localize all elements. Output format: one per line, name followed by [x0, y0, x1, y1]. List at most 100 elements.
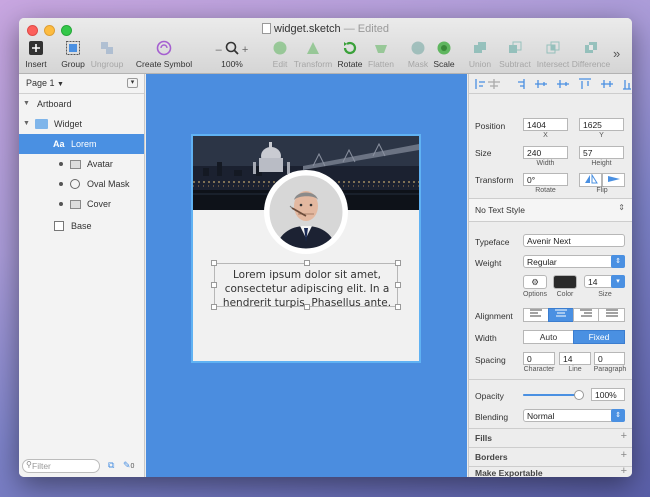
text-width-label: Width — [475, 333, 497, 343]
symbol-icon — [134, 40, 194, 56]
layer-lorem[interactable]: Aa Lorem — [19, 134, 144, 154]
flatten-label: Flatten — [368, 59, 394, 69]
layer-base[interactable]: Base — [19, 216, 144, 236]
character-caption: Character — [523, 366, 555, 373]
add-fill-plus-icon[interactable]: + — [621, 430, 627, 442]
x-position-field[interactable]: 1404 — [523, 118, 568, 131]
search-icon: ⚲ — [26, 460, 32, 469]
window-title: widget.sketch — Edited — [19, 23, 632, 35]
layer-avatar[interactable]: Avatar — [19, 154, 144, 174]
resize-handle[interactable] — [211, 260, 217, 266]
opacity-slider-fill — [523, 394, 579, 396]
create-symbol-label: Create Symbol — [135, 59, 193, 69]
align-left-button[interactable] — [523, 308, 549, 322]
page-selector[interactable]: Page 1 ▼ ▾ — [19, 74, 144, 94]
blending-label: Blending — [475, 412, 509, 422]
align-right-icon — [580, 309, 592, 317]
widget-artboard[interactable]: Lorem ipsum dolor sit amet, consectetur … — [191, 134, 421, 363]
lorem-text-selection[interactable]: Lorem ipsum dolor sit amet, consectetur … — [211, 260, 401, 310]
layer-label: Base — [71, 221, 92, 231]
canvas[interactable]: Lorem ipsum dolor sit amet, consectetur … — [146, 74, 467, 477]
blending-select[interactable]: Normal ⇕ — [523, 409, 625, 422]
typeface-field[interactable]: Avenir Next — [523, 234, 625, 247]
difference-button[interactable]: Difference — [566, 40, 616, 69]
add-border-plus-icon[interactable]: + — [621, 449, 627, 461]
weight-label: Weight — [475, 258, 502, 268]
difference-label: Difference — [571, 59, 611, 69]
resize-handle[interactable] — [395, 260, 401, 266]
make-exportable-label: Make Exportable — [475, 468, 543, 477]
layer-label: Artboard — [37, 99, 72, 109]
add-export-plus-icon[interactable]: + — [621, 465, 627, 477]
ungroup-button[interactable]: Ungroup — [82, 40, 132, 69]
y-position-field[interactable]: 1625 — [579, 118, 624, 131]
rectangle-layer-icon — [54, 221, 64, 231]
flip-horizontal-button[interactable] — [579, 173, 602, 187]
resize-handle[interactable] — [211, 282, 217, 288]
layer-oval-mask[interactable]: Oval Mask — [19, 174, 144, 194]
fills-section[interactable]: Fills + — [469, 429, 632, 447]
disclosure-triangle-icon[interactable]: ▼ — [23, 94, 30, 114]
layer-artboard[interactable]: ▼ Artboard — [19, 94, 144, 114]
divider — [469, 221, 632, 222]
height-field[interactable]: 57 — [579, 146, 624, 159]
align-justify-button[interactable] — [598, 308, 625, 322]
resize-handle[interactable] — [395, 304, 401, 310]
disclosure-triangle-icon[interactable]: ▼ — [23, 114, 30, 134]
borders-section[interactable]: Borders + — [469, 448, 632, 466]
resize-handle[interactable] — [395, 282, 401, 288]
chevron-down-icon: ▼ — [57, 81, 64, 88]
character-spacing-field[interactable]: 0 — [523, 352, 555, 365]
text-color-swatch[interactable] — [553, 275, 577, 289]
avatar-portrait — [266, 172, 346, 252]
text-options-button[interactable]: ⚙ — [523, 275, 547, 289]
align-toolbar — [469, 74, 632, 94]
insert-label: Insert — [25, 59, 47, 69]
avatar[interactable] — [264, 170, 348, 254]
width-caption: Width — [536, 160, 555, 167]
layers-panel: Page 1 ▼ ▾ ▼ Artboard ▼ Widget Aa Lorem … — [19, 74, 145, 477]
paragraph-spacing-field[interactable]: 0 — [594, 352, 625, 365]
updown-chevron-icon: ⇕ — [618, 203, 625, 212]
align-center-button[interactable] — [548, 308, 574, 322]
opacity-slider-knob[interactable] — [574, 390, 584, 400]
create-symbol-button[interactable]: Create Symbol — [134, 40, 194, 69]
layer-filter-input[interactable]: ⚲ Filter — [22, 459, 100, 473]
size-caption: Size — [598, 291, 612, 298]
symbols-filter-icon[interactable]: ⧉ — [108, 460, 114, 471]
chevron-down-icon[interactable]: ▾ — [611, 275, 625, 288]
flip-vertical-button[interactable] — [602, 173, 625, 187]
pencil-icon[interactable]: ✎0 — [123, 460, 134, 471]
rotate-field[interactable]: 0° — [523, 173, 568, 186]
alignment-label: Alignment — [475, 311, 513, 321]
toolbar-overflow-button[interactable]: » — [613, 46, 620, 61]
export-section[interactable]: Make Exportable + — [469, 465, 632, 477]
opacity-label: Opacity — [475, 391, 504, 401]
intersect-label: Intersect — [536, 59, 570, 69]
zoom-control[interactable]: – + 100% — [207, 40, 257, 69]
resize-handle[interactable] — [304, 304, 310, 310]
resize-handle[interactable] — [211, 304, 217, 310]
width-fixed-button[interactable]: Fixed — [573, 330, 625, 344]
document-name: widget.sketch — [274, 23, 341, 35]
mask-dot-icon — [59, 202, 63, 206]
resize-handle[interactable] — [304, 260, 310, 266]
layer-label: Cover — [87, 199, 112, 209]
width-auto-button[interactable]: Auto — [523, 330, 574, 344]
font-size-field[interactable]: 14 ▾ — [584, 275, 625, 288]
line-spacing-field[interactable]: 14 — [559, 352, 591, 365]
weight-select[interactable]: Regular ⇕ — [523, 255, 625, 268]
flip-vertical-icon — [607, 176, 620, 182]
divider — [469, 379, 632, 380]
layer-widget[interactable]: ▼ Widget — [19, 114, 144, 134]
opacity-field[interactable]: 100% — [591, 388, 625, 401]
width-field[interactable]: 240 — [523, 146, 568, 159]
text-style-select[interactable]: No Text Style ⇕ — [469, 199, 632, 221]
align-right-button[interactable] — [573, 308, 599, 322]
page-list-toggle-icon[interactable]: ▾ — [127, 78, 138, 88]
opacity-slider[interactable] — [523, 390, 584, 400]
layer-cover[interactable]: Cover — [19, 194, 144, 214]
filter-placeholder: Filter — [32, 461, 51, 471]
oval-layer-icon — [70, 179, 80, 189]
scale-label: Scale — [433, 59, 455, 69]
